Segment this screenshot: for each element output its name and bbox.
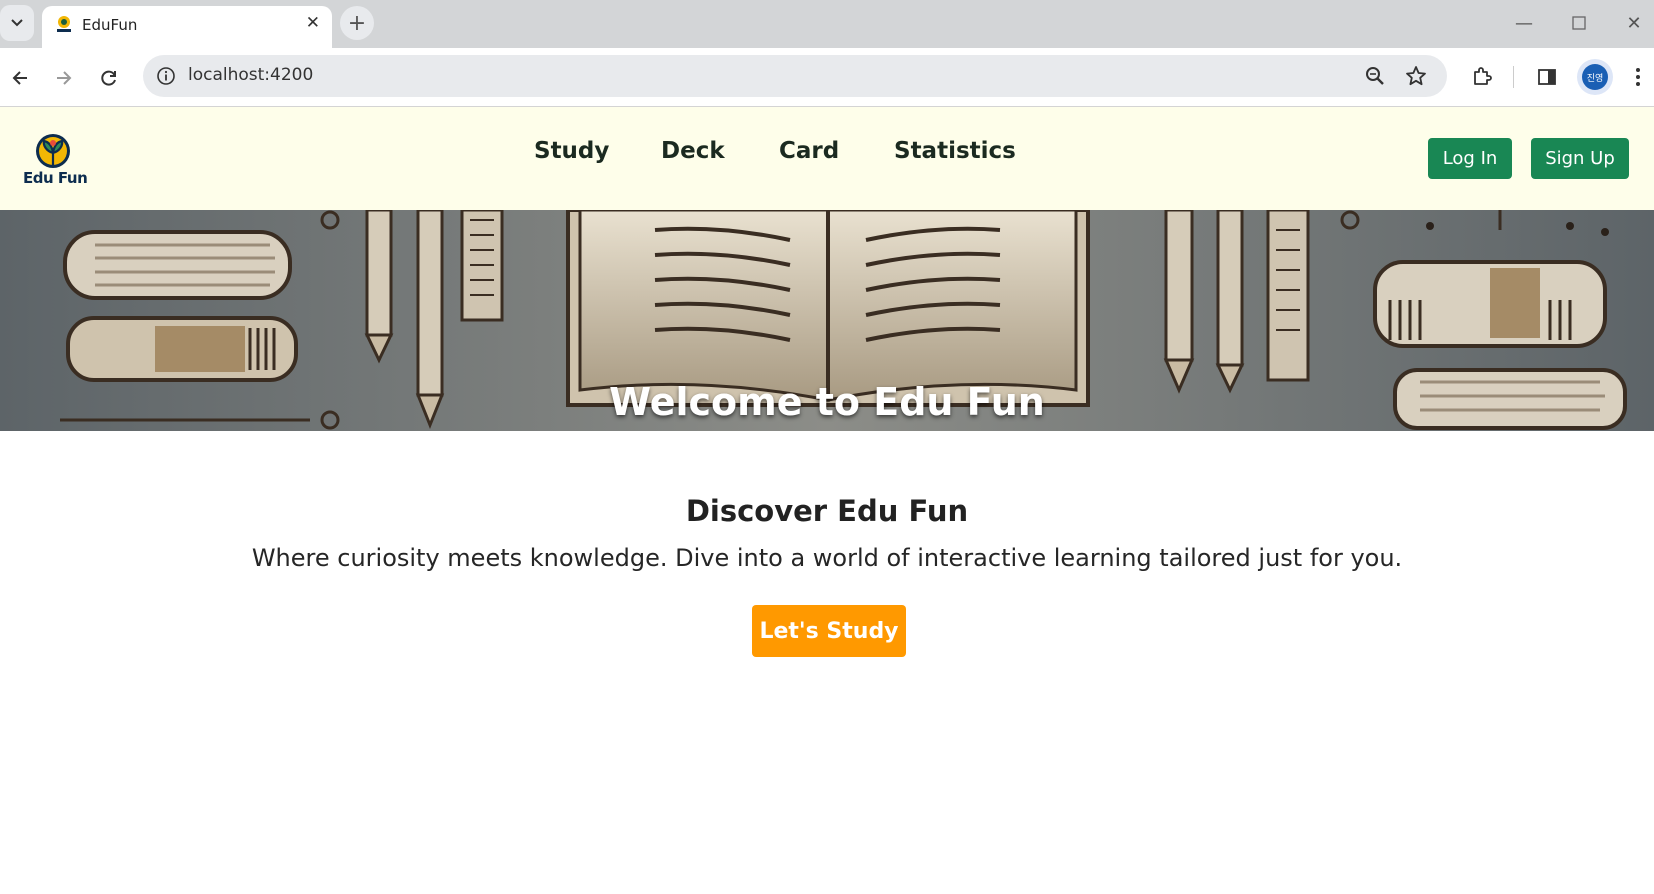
- side-panel-icon[interactable]: [1532, 62, 1562, 92]
- browser-toolbar: localhost:4200 진영: [0, 48, 1654, 107]
- profile-initials: 진영: [1582, 64, 1608, 90]
- browser-tab-bar: EduFun ✕ + — ✕: [0, 0, 1654, 48]
- nav-deck[interactable]: Deck: [661, 138, 725, 164]
- nav-statistics[interactable]: Statistics: [894, 138, 1016, 164]
- profile-avatar[interactable]: 진영: [1577, 59, 1613, 95]
- close-tab-icon[interactable]: ✕: [306, 13, 320, 33]
- tab-search-button[interactable]: [0, 5, 34, 41]
- login-button[interactable]: Log In: [1428, 138, 1512, 179]
- chevron-down-icon: [11, 19, 23, 27]
- minimize-icon[interactable]: —: [1510, 10, 1538, 36]
- nav-study[interactable]: Study: [534, 138, 609, 164]
- hero-banner: Welcome to Edu Fun: [0, 210, 1654, 431]
- site-info-icon[interactable]: [153, 63, 179, 89]
- discover-subtitle: Where curiosity meets knowledge. Dive in…: [251, 544, 1403, 572]
- forward-icon[interactable]: [49, 63, 79, 93]
- site-header: Edu Fun Study Deck Card Statistics Log I…: [0, 107, 1654, 210]
- url-text: localhost:4200: [188, 65, 314, 85]
- browser-tab[interactable]: EduFun ✕: [42, 6, 332, 48]
- address-bar[interactable]: localhost:4200: [143, 55, 1447, 97]
- maximize-icon[interactable]: [1565, 10, 1593, 36]
- menu-kebab-icon[interactable]: [1623, 62, 1653, 92]
- logo-text: Edu Fun: [23, 169, 88, 187]
- window-close-icon[interactable]: ✕: [1620, 10, 1648, 36]
- zoom-icon[interactable]: [1363, 64, 1387, 88]
- edufun-favicon-icon: [57, 16, 71, 32]
- hero-title: Welcome to Edu Fun: [609, 380, 1045, 424]
- nav-card[interactable]: Card: [779, 138, 839, 164]
- back-icon[interactable]: [5, 63, 35, 93]
- discover-title: Discover Edu Fun: [685, 494, 969, 528]
- tab-title: EduFun: [82, 16, 138, 34]
- reload-icon[interactable]: [94, 63, 124, 93]
- toolbar-divider: [1513, 66, 1514, 88]
- extensions-icon[interactable]: [1467, 62, 1497, 92]
- bookmark-star-icon[interactable]: [1404, 64, 1428, 88]
- new-tab-button[interactable]: +: [340, 6, 374, 40]
- lets-study-button[interactable]: Let's Study: [752, 605, 906, 657]
- signup-button[interactable]: Sign Up: [1531, 138, 1629, 179]
